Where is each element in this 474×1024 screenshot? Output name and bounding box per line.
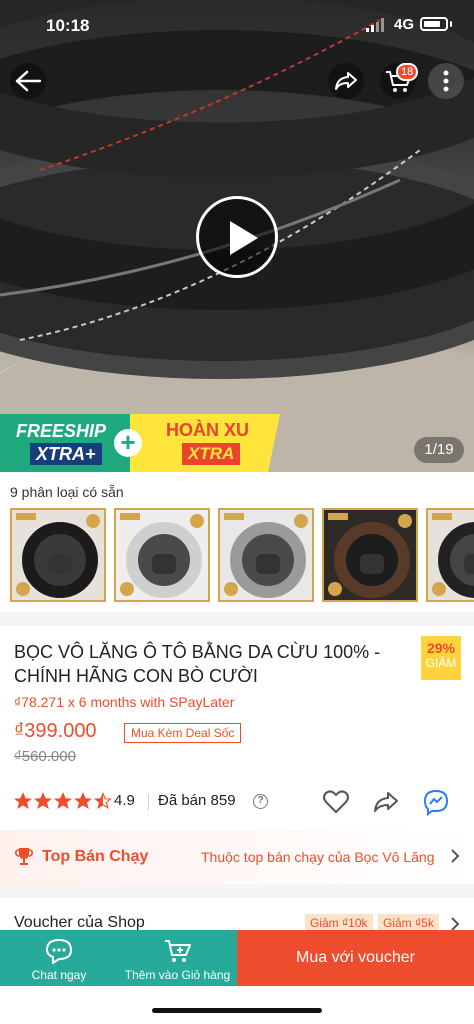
discount-badge: 29% GIẢM	[421, 636, 461, 680]
variant-thumbnail[interactable]	[218, 508, 314, 602]
star-icon	[74, 792, 92, 809]
variant-thumbnail[interactable]	[114, 508, 210, 602]
back-button[interactable]	[10, 63, 46, 99]
deal-soc-tag[interactable]: Mua Kèm Deal Sốc	[124, 723, 242, 743]
star-icon	[94, 792, 112, 809]
home-indicator-area	[0, 986, 474, 1024]
buy-with-voucher-button[interactable]: Mua với voucher	[237, 930, 474, 986]
plus-icon: +	[114, 429, 142, 457]
rating-value: 4.9	[114, 792, 135, 809]
cart-count-badge: 18	[396, 63, 419, 81]
product-page: { "status_bar": { "time": "10:18", "netw…	[0, 0, 474, 1024]
play-video-button[interactable]	[196, 196, 278, 278]
variant-thumbnail[interactable]	[10, 508, 106, 602]
product-media-gallery[interactable]: 10:18 4G 18 FREESHIP XTRA+ HOÀN XU XTRA …	[0, 0, 474, 472]
network-label: 4G	[394, 16, 415, 33]
chat-now-button[interactable]: Chat ngay	[0, 930, 118, 986]
share-button[interactable]	[328, 63, 364, 99]
help-icon[interactable]: ?	[253, 794, 268, 809]
variant-count-label: 9 phân loại có sẵn	[10, 484, 124, 500]
status-time: 10:18	[46, 16, 90, 35]
freeship-xtra-badge: FREESHIP XTRA+	[0, 414, 130, 472]
add-to-cart-button[interactable]: Thêm vào Giỏ hàng	[118, 930, 237, 986]
spaylater-installment[interactable]: ₫78.271 x 6 months with SPayLater	[14, 694, 234, 710]
promo-banner: FREESHIP XTRA+ HOÀN XU XTRA +	[0, 414, 280, 472]
variant-thumbnail[interactable]	[322, 508, 418, 602]
image-counter: 1/19	[414, 437, 464, 463]
product-info: BỌC VÔ LĂNG Ô TÔ BẰNG DA CỪU 100% - CHÍN…	[0, 626, 474, 830]
status-bar: 10:18 4G	[0, 0, 474, 50]
trophy-icon	[15, 848, 33, 865]
top-seller-label: Top Bán Chạy	[42, 848, 149, 865]
original-price: ₫560.000	[14, 748, 76, 765]
product-title: BỌC VÔ LĂNG Ô TÔ BẰNG DA CỪU 100% - CHÍN…	[14, 642, 381, 686]
chevron-right-icon	[451, 849, 460, 863]
signal-icon	[366, 18, 384, 32]
top-seller-description: Thuộc top bán chạy của Bọc Vô Lăng	[201, 849, 435, 865]
home-indicator[interactable]	[152, 1008, 322, 1013]
star-icon	[14, 792, 32, 809]
star-icon	[34, 792, 52, 809]
more-options-button[interactable]	[428, 63, 464, 99]
bottom-action-bar: Chat ngay Thêm vào Giỏ hàng Mua với vouc…	[0, 930, 474, 986]
share-icon[interactable]	[372, 788, 400, 816]
hoan-xu-xtra-badge: HOÀN XU XTRA	[130, 414, 280, 472]
cart-add-icon	[164, 940, 191, 962]
share-icon	[335, 72, 357, 90]
favorite-heart-icon[interactable]	[322, 788, 350, 816]
star-icon	[54, 792, 72, 809]
variant-selector: 9 phân loại có sẵn	[0, 472, 474, 612]
rating-stars	[14, 792, 112, 810]
variant-thumbnail[interactable]	[426, 508, 474, 602]
more-vertical-icon	[443, 70, 449, 92]
messenger-icon[interactable]	[422, 788, 450, 816]
sold-count: Đã bán 859	[158, 792, 236, 809]
top-seller-row[interactable]: Top Bán Chạy Thuộc top bán chạy của Bọc …	[0, 830, 474, 884]
current-price: ₫399.000	[14, 720, 97, 742]
arrow-left-icon	[15, 70, 41, 92]
chat-icon	[45, 938, 73, 964]
variant-thumbnails	[10, 508, 474, 602]
battery-icon	[420, 17, 448, 31]
